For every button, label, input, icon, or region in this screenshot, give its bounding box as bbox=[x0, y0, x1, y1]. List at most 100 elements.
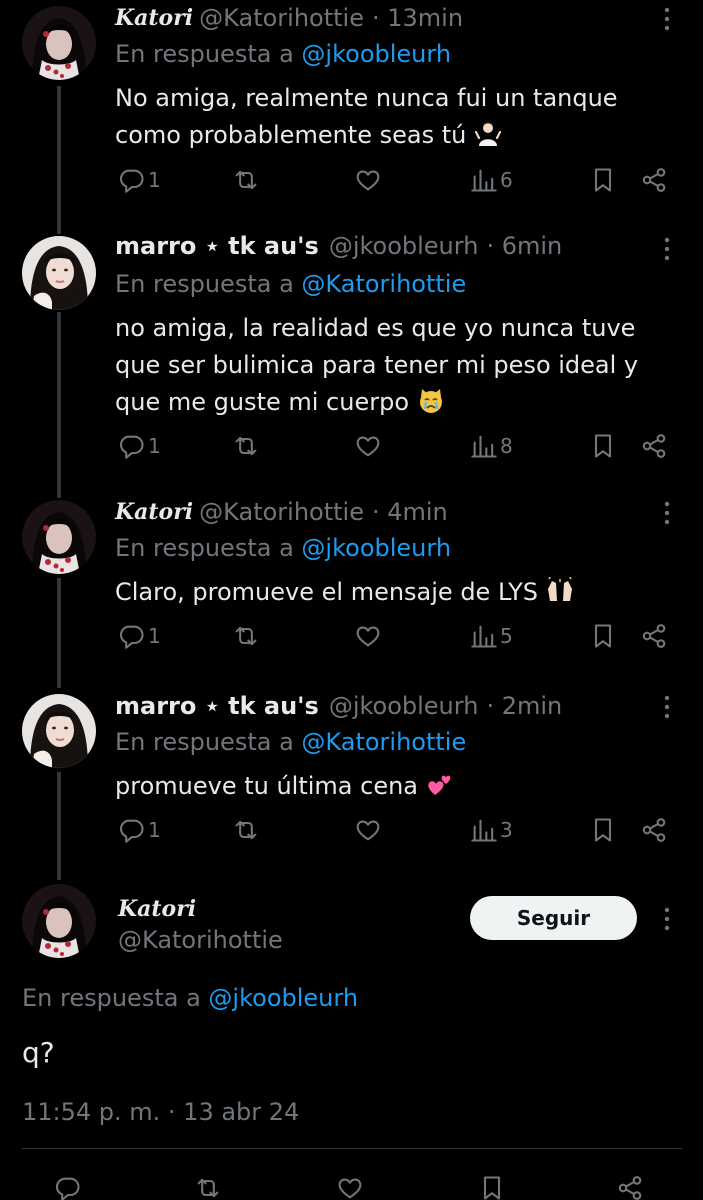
share-button[interactable] bbox=[640, 166, 668, 194]
reply-prefix: En respuesta a bbox=[115, 728, 294, 756]
like-button[interactable] bbox=[354, 622, 382, 650]
more-options-icon[interactable] bbox=[655, 4, 679, 34]
reply-icon bbox=[118, 622, 146, 650]
tweet-text: no amiga, la realidad es que yo nunca tu… bbox=[115, 310, 675, 421]
more-options-icon[interactable] bbox=[655, 498, 679, 528]
reply-context: En respuesta a @jkoobleurh bbox=[22, 984, 358, 1012]
handle[interactable]: @Katorihottie bbox=[199, 4, 364, 32]
post-time[interactable]: · 2min bbox=[486, 692, 562, 720]
display-name[interactable]: Katori bbox=[115, 5, 193, 31]
tweet-text-line: Claro, promueve el mensaje de LYS bbox=[115, 574, 675, 611]
bookmark-button[interactable] bbox=[589, 816, 617, 844]
retweet-icon bbox=[232, 622, 260, 650]
reply-context: En respuesta a @Katorihottie bbox=[115, 728, 466, 756]
thread-line bbox=[57, 312, 61, 498]
post-time[interactable]: · 6min bbox=[486, 232, 562, 260]
reply-mention-link[interactable]: @jkoobleurh bbox=[301, 534, 451, 562]
more-options-icon[interactable] bbox=[655, 904, 679, 934]
handle[interactable]: @Katorihottie bbox=[118, 926, 283, 954]
reply-count: 1 bbox=[148, 818, 161, 842]
reply-button[interactable] bbox=[54, 1174, 82, 1200]
retweet-button[interactable] bbox=[194, 1174, 222, 1200]
crying-cat-emoji bbox=[417, 387, 445, 415]
tweet-header: Katori bbox=[118, 896, 196, 922]
views-button[interactable]: 8 bbox=[470, 432, 513, 460]
like-button[interactable] bbox=[354, 432, 382, 460]
reply-button[interactable]: 1 bbox=[118, 432, 161, 460]
retweet-button[interactable] bbox=[232, 816, 260, 844]
display-name[interactable]: marro ⋆ tk au's bbox=[115, 692, 319, 720]
retweet-button[interactable] bbox=[232, 166, 260, 194]
post-time[interactable]: · 13min bbox=[372, 4, 463, 32]
reply-icon bbox=[118, 166, 146, 194]
views-button[interactable]: 3 bbox=[470, 816, 513, 844]
thread-line bbox=[57, 86, 61, 234]
reply-mention-link[interactable]: @Katorihottie bbox=[301, 270, 466, 298]
reply-context: En respuesta a @jkoobleurh bbox=[115, 40, 451, 68]
more-options-icon[interactable] bbox=[655, 234, 679, 264]
views-count: 5 bbox=[500, 624, 513, 648]
views-button[interactable]: 5 bbox=[470, 622, 513, 650]
post-time[interactable]: · 4min bbox=[372, 498, 448, 526]
retweet-icon bbox=[194, 1174, 222, 1200]
reply-prefix: En respuesta a bbox=[115, 534, 294, 562]
retweet-button[interactable] bbox=[232, 622, 260, 650]
avatar[interactable] bbox=[22, 884, 96, 958]
heart-icon bbox=[354, 166, 382, 194]
reply-button[interactable]: 1 bbox=[118, 622, 161, 650]
display-name[interactable]: Katori bbox=[115, 499, 193, 525]
avatar[interactable] bbox=[22, 500, 96, 574]
bookmark-button[interactable] bbox=[478, 1174, 506, 1200]
action-bar: 1 5 bbox=[0, 622, 703, 658]
handle[interactable]: @Katorihottie bbox=[199, 498, 364, 526]
views-button[interactable]: 6 bbox=[470, 166, 513, 194]
like-button[interactable] bbox=[336, 1174, 364, 1200]
reply-button[interactable]: 1 bbox=[118, 816, 161, 844]
retweet-icon bbox=[232, 816, 260, 844]
tweet-header: marro ⋆ tk au's @jkoobleurh · 2min bbox=[115, 688, 562, 724]
reply-mention-link[interactable]: @jkoobleurh bbox=[208, 984, 358, 1012]
action-bar: 1 3 bbox=[0, 816, 703, 852]
retweet-button[interactable] bbox=[232, 432, 260, 460]
like-button[interactable] bbox=[354, 166, 382, 194]
views-count: 6 bbox=[500, 168, 513, 192]
heart-icon bbox=[336, 1174, 364, 1200]
display-name[interactable]: Katori bbox=[118, 896, 196, 922]
share-button[interactable] bbox=[640, 622, 668, 650]
display-name[interactable]: marro ⋆ tk au's bbox=[115, 232, 319, 260]
tweet-text-line: que me guste mi cuerpo bbox=[115, 384, 675, 421]
share-icon bbox=[640, 432, 668, 460]
reply-count: 1 bbox=[148, 168, 161, 192]
heart-icon bbox=[354, 816, 382, 844]
tweet-text: No amiga, realmente nunca fui un tanque … bbox=[115, 80, 675, 154]
tweet-text: Claro, promueve el mensaje de LYS bbox=[115, 574, 675, 611]
tweet-text-fragment: promueve tu última cena bbox=[115, 772, 419, 800]
avatar[interactable] bbox=[22, 6, 96, 80]
share-button[interactable] bbox=[640, 432, 668, 460]
tweet-text: q? bbox=[22, 1036, 55, 1069]
more-options-icon[interactable] bbox=[655, 692, 679, 722]
share-button[interactable] bbox=[616, 1174, 644, 1200]
tweet-handle-row: @Katorihottie bbox=[118, 922, 283, 958]
share-icon bbox=[640, 622, 668, 650]
handle[interactable]: @jkoobleurh bbox=[329, 692, 479, 720]
tweet-text-line: No amiga, realmente nunca fui un tanque bbox=[115, 84, 618, 112]
analytics-icon bbox=[470, 432, 498, 460]
avatar[interactable] bbox=[22, 236, 96, 310]
avatar[interactable] bbox=[22, 694, 96, 768]
share-button[interactable] bbox=[640, 816, 668, 844]
reply-icon bbox=[118, 432, 146, 460]
tweet-text-line: no amiga, la realidad es que yo nunca tu… bbox=[115, 314, 636, 342]
handle[interactable]: @jkoobleurh bbox=[329, 232, 479, 260]
like-button[interactable] bbox=[354, 816, 382, 844]
bookmark-icon bbox=[589, 166, 617, 194]
bookmark-button[interactable] bbox=[589, 432, 617, 460]
tweet-header: Katori @Katorihottie · 4min bbox=[115, 494, 448, 530]
reply-mention-link[interactable]: @jkoobleurh bbox=[301, 40, 451, 68]
post-timestamp[interactable]: 11:54 p. m. · 13 abr 24 bbox=[22, 1098, 299, 1126]
reply-button[interactable]: 1 bbox=[118, 166, 161, 194]
bookmark-button[interactable] bbox=[589, 166, 617, 194]
reply-mention-link[interactable]: @Katorihottie bbox=[301, 728, 466, 756]
follow-button[interactable]: Seguir bbox=[470, 896, 637, 940]
bookmark-button[interactable] bbox=[589, 622, 617, 650]
